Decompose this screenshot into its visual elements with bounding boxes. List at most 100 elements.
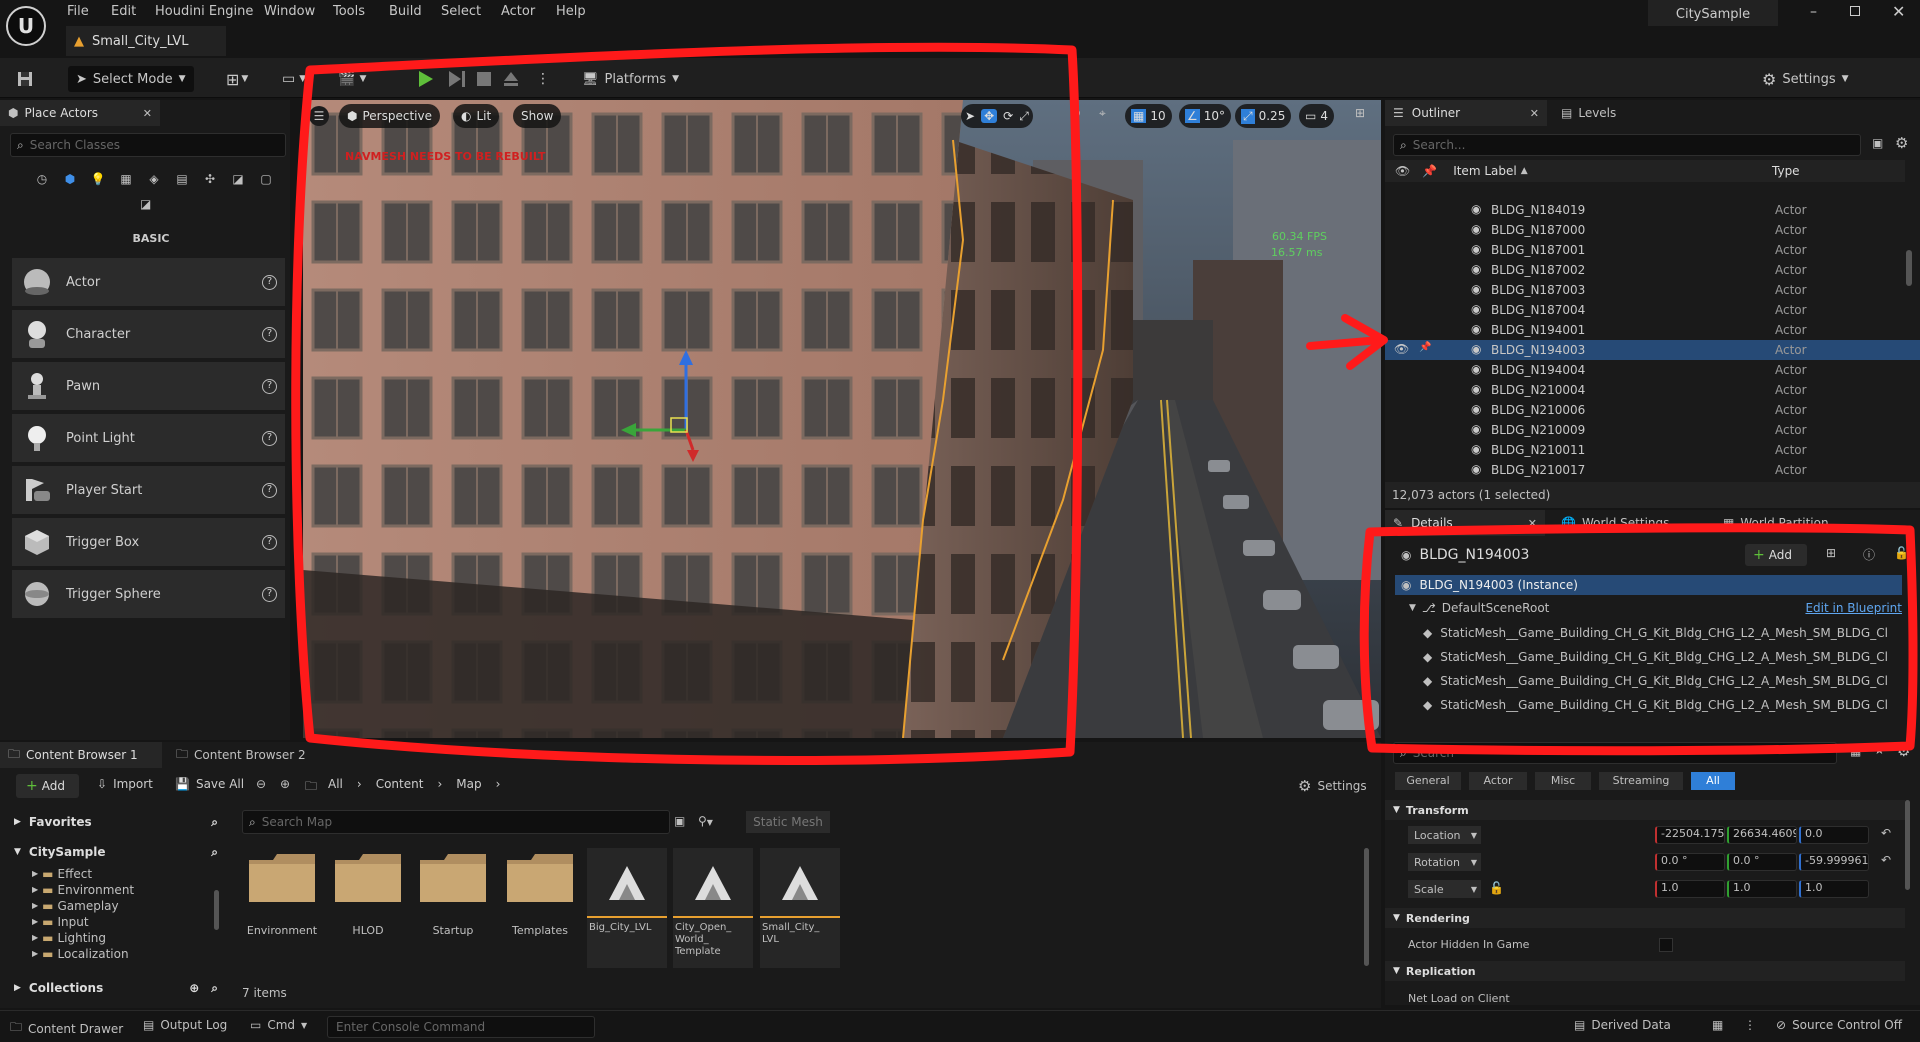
grid-snap-button[interactable]: ▦ 10 [1125, 104, 1172, 128]
tree-item-input[interactable]: ▶ ▬ Input [32, 914, 134, 930]
add-content-button[interactable]: + Add [16, 774, 79, 798]
lock-icon[interactable]: 🔓 [1894, 546, 1909, 560]
reset-icon[interactable]: ↶ [1881, 826, 1891, 840]
player-start-item[interactable]: Player Start? [12, 466, 285, 514]
pawn-item[interactable]: Pawn? [12, 362, 285, 410]
trigger-sphere-item[interactable]: Trigger Sphere? [12, 570, 285, 618]
world-settings-tab[interactable]: 🌐 World Settings [1553, 510, 1669, 536]
filter-actor[interactable]: Actor [1469, 772, 1527, 790]
search-icon[interactable]: ⌕ [211, 845, 218, 860]
asset-scrollbar[interactable] [1364, 848, 1369, 966]
rotation-dropdown[interactable]: Rotation ▼ [1408, 853, 1481, 871]
camera-speed-button[interactable]: ▭ 4 [1299, 104, 1334, 128]
source-control-button[interactable]: ⊘ Source Control Off [1776, 1018, 1902, 1032]
asset-small-city-lvl[interactable]: Small_City_ LVL [760, 848, 840, 968]
output-log-button[interactable]: ▤ Output Log [143, 1018, 227, 1032]
close-window-icon[interactable]: ✕ [1892, 2, 1905, 21]
add-folder-icon[interactable]: ▣ [1872, 136, 1883, 150]
step-icon[interactable] [448, 66, 466, 92]
tree-item-gameplay[interactable]: ▶ ▬ Gameplay [32, 898, 134, 914]
recent-icon[interactable]: ◷ [28, 172, 56, 186]
rotation-snap-button[interactable]: ∠ 10° [1179, 104, 1232, 128]
select-tool-icon[interactable]: ➤ [965, 109, 975, 123]
scale-lock-icon[interactable]: 🔓 [1489, 881, 1504, 895]
edit-in-blueprint-link[interactable]: Edit in Blueprint [1805, 601, 1902, 615]
details-search-input[interactable]: ⌕ Search [1393, 742, 1837, 764]
level-tab[interactable]: ▲ Small_City_LVL [66, 26, 226, 56]
instance-row[interactable]: ◉ BLDG_N194003 (Instance) [1395, 575, 1902, 595]
default-scene-root-row[interactable]: ▼ ⎇ DefaultSceneRoot Edit in Blueprint [1395, 598, 1902, 618]
folder-startup[interactable]: Startup [413, 852, 493, 960]
maximize-icon[interactable] [1850, 6, 1860, 16]
details-tab[interactable]: ✎ Details ✕ [1385, 510, 1545, 536]
menu-select[interactable]: Select [441, 4, 481, 19]
transform-section-header[interactable]: ▼ Transform [1385, 800, 1905, 820]
menu-file[interactable]: File [67, 4, 89, 19]
close-tab-icon[interactable]: ✕ [1530, 107, 1539, 120]
filter-streaming[interactable]: Streaming [1599, 772, 1683, 790]
eject-icon[interactable] [503, 66, 519, 92]
component-row[interactable]: ◆ StaticMesh__Game_Building_CH_G_Kit_Bldg… [1423, 647, 1903, 667]
add-content-icon[interactable]: ⊞ ▼ [226, 66, 248, 92]
component-row[interactable]: ◆ StaticMesh__Game_Building_CH_G_Kit_Bldg… [1423, 695, 1903, 715]
type-header[interactable]: Type [1772, 164, 1800, 178]
trace-icon[interactable]: ▦ [1712, 1018, 1723, 1032]
close-tab-icon[interactable]: ✕ [143, 107, 152, 120]
perspective-button[interactable]: ⬢ Perspective [339, 104, 440, 128]
outliner-row[interactable]: ◉ BLDG_N210006 Actor [1385, 400, 1920, 420]
folder-environment[interactable]: Environment [242, 852, 322, 960]
pin-icon[interactable]: 📌 [1419, 342, 1431, 353]
cinematics-icon[interactable]: 🎬 ▼ [338, 66, 366, 92]
location-y-field[interactable]: 26634.4609 [1727, 826, 1797, 844]
rotate-tool-icon[interactable]: ⟳ [1003, 109, 1013, 123]
favorite-star-icon[interactable]: ★ [1874, 743, 1885, 757]
add-component-button[interactable]: + Add [1745, 544, 1807, 566]
outliner-row[interactable]: ◉ BLDG_N187002 Actor [1385, 260, 1920, 280]
menu-edit[interactable]: Edit [111, 4, 136, 19]
menu-tools[interactable]: Tools [333, 4, 365, 19]
settings-button[interactable]: ⚙ Settings ▼ [1762, 66, 1849, 92]
scale-z-field[interactable]: 1.0 [1799, 880, 1869, 898]
scale-tool-icon[interactable]: ⤢ [1019, 109, 1029, 124]
help-icon[interactable]: ? [262, 482, 277, 498]
pin-icon[interactable]: 📌 [1422, 164, 1437, 178]
actor-item[interactable]: Actor? [12, 258, 285, 306]
menu-actor[interactable]: Actor [501, 4, 535, 19]
search-classes-input[interactable]: ⌕ Search Classes [10, 133, 286, 157]
outliner-row[interactable]: ◉ BLDG_N187004 Actor [1385, 300, 1920, 320]
level-viewport[interactable]: ☰ ⬢ Perspective ◐ Lit Show ➤ ✥ ⟳ ⤢ ⊕ ⌖ ▦ 10… [303, 100, 1381, 738]
help-icon[interactable]: ? [262, 534, 277, 550]
tree-item-environment[interactable]: ▶ ▬ Environment [32, 882, 134, 898]
tree-item-localization[interactable]: ▶ ▬ Localization [32, 946, 134, 962]
save-search-icon[interactable]: ▣ [674, 814, 685, 828]
stop-icon[interactable] [476, 66, 492, 92]
place-actors-tab[interactable]: ⬢ Place Actors ✕ [0, 100, 160, 126]
item-label-header[interactable]: Item Label [1453, 164, 1517, 178]
surface-snap-icon[interactable]: ⌖ [1099, 106, 1106, 121]
menu-help[interactable]: Help [556, 4, 586, 19]
help-icon[interactable]: ? [262, 430, 277, 446]
outliner-settings-icon[interactable]: ⚙ [1895, 134, 1908, 152]
trigger-box-item[interactable]: Trigger Box? [12, 518, 285, 566]
location-z-field[interactable]: 0.0 [1799, 826, 1869, 844]
outliner-row[interactable]: 👁 📌 ◉ BLDG_N194003 Actor [1385, 340, 1920, 360]
outliner-row[interactable]: ◉ BLDG_N187000 Actor [1385, 220, 1920, 240]
geometry-icon[interactable]: ▤ [168, 172, 196, 186]
forward-icon[interactable]: ⊕ [280, 777, 290, 791]
details-scrollbar[interactable] [1905, 800, 1910, 890]
filter-icon[interactable]: ⚲▼ [698, 814, 713, 828]
point-light-item[interactable]: Point Light? [12, 414, 285, 462]
help-icon[interactable]: ⓘ [1863, 546, 1875, 563]
menu-window[interactable]: Window [264, 4, 315, 19]
back-icon[interactable]: ⊖ [256, 777, 266, 791]
outliner-row[interactable]: ◉ BLDG_N194001 Actor [1385, 320, 1920, 340]
visual-effects-icon[interactable]: ◈ [140, 172, 168, 186]
filter-all[interactable]: All [1691, 772, 1735, 790]
city-sample-header[interactable]: ▼ CitySample ⌕ [0, 842, 226, 862]
component-row[interactable]: ◆ StaticMesh__Game_Building_CH_G_Kit_Bldg… [1423, 623, 1903, 643]
more-options-icon[interactable]: ⋮ [1744, 1018, 1756, 1032]
import-button[interactable]: ⇩ Import [97, 777, 153, 791]
play-icon[interactable] [418, 66, 434, 92]
tree-item-lighting[interactable]: ▶ ▬ Lighting [32, 930, 134, 946]
outliner-row[interactable]: ◉ BLDG_N210011 Actor [1385, 440, 1920, 460]
